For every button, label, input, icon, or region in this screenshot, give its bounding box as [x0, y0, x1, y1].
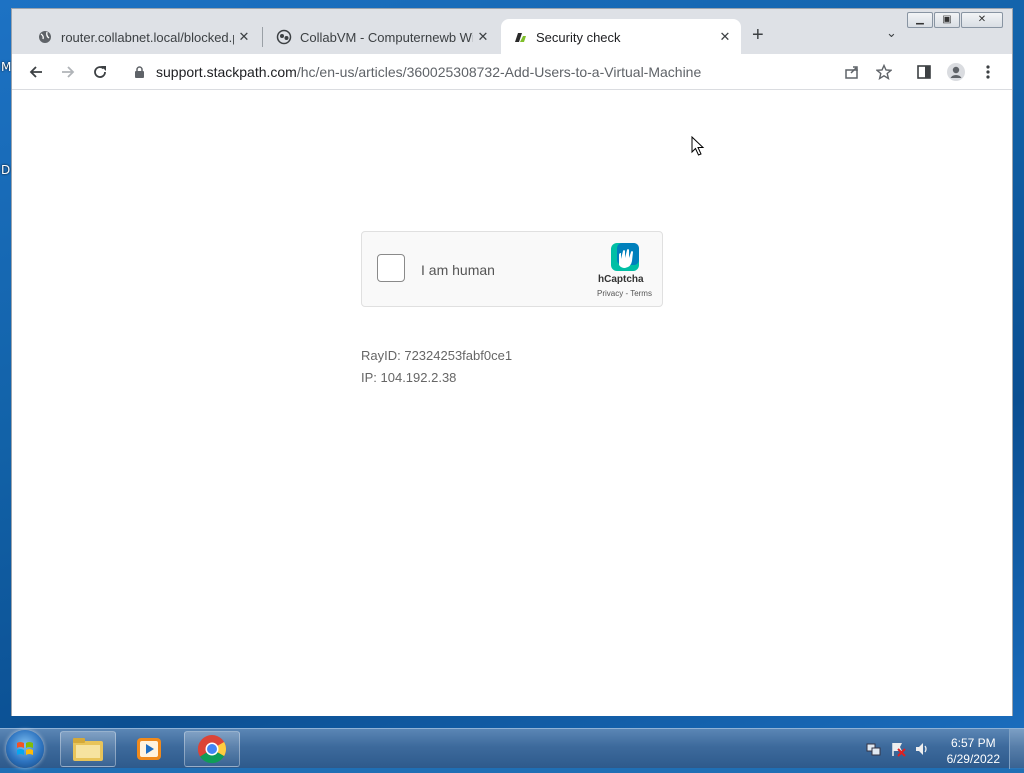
desktop-icon-label-fragment[interactable]: M [1, 60, 11, 74]
forward-arrow-icon [62, 66, 75, 78]
tab-router-blocked[interactable]: router.collabnet.local/blocked.ph ✕ [26, 19, 260, 55]
show-desktop-button[interactable] [1009, 729, 1024, 769]
reload-button[interactable] [88, 60, 112, 84]
media-player-taskbar-button[interactable] [122, 731, 178, 767]
side-panel-button[interactable] [912, 60, 936, 84]
bookmark-button[interactable] [872, 60, 896, 84]
windows-logo-icon [17, 742, 33, 755]
media-player-icon [137, 738, 161, 760]
volume-icon[interactable] [914, 741, 930, 757]
explorer-taskbar-button[interactable] [60, 731, 116, 767]
folder-icon [73, 738, 103, 761]
tab-title: Security check [536, 29, 621, 45]
taskbar: 6:57 PM 6/29/2022 [0, 728, 1024, 769]
tab-title: CollabVM - Computernewb Wiki [300, 29, 473, 45]
url-text[interactable]: support.stackpath.com/hc/en-us/articles/… [156, 64, 701, 80]
window-controls: ▁ ▣ ✕ [906, 12, 1003, 28]
close-tab-icon[interactable]: ✕ [715, 29, 735, 45]
stackpath-icon [512, 29, 528, 45]
mouse-cursor-icon [691, 136, 705, 156]
system-tray: 6:57 PM 6/29/2022 [860, 729, 1024, 769]
tab-title: router.collabnet.local/blocked.ph [61, 29, 234, 45]
menu-button[interactable] [976, 60, 1000, 84]
chrome-icon [197, 735, 226, 764]
browser-window: router.collabnet.local/blocked.ph ✕ Coll… [11, 8, 1013, 716]
clock-time: 6:57 PM [950, 736, 996, 750]
chrome-taskbar-button[interactable] [184, 731, 240, 767]
back-button[interactable] [24, 60, 48, 84]
reload-icon [94, 66, 106, 78]
close-tab-icon[interactable]: ✕ [473, 29, 493, 45]
close-tab-icon[interactable]: ✕ [234, 29, 254, 45]
forward-button[interactable] [56, 60, 80, 84]
hcaptcha-brand: hCaptcha [598, 274, 644, 285]
page-content: I am human hCaptcha Privacy - Terms RayI… [12, 90, 1012, 716]
start-button[interactable] [6, 730, 44, 768]
address-bar[interactable]: support.stackpath.com/hc/en-us/articles/… [124, 58, 900, 86]
side-panel-icon [917, 65, 931, 79]
share-button[interactable] [840, 60, 864, 84]
captcha-label[interactable]: I am human [421, 262, 495, 278]
tab-strip: router.collabnet.local/blocked.ph ✕ Coll… [12, 9, 1012, 55]
lock-icon[interactable] [132, 65, 146, 79]
collabvm-icon [276, 29, 292, 45]
hcaptcha-widget: I am human hCaptcha Privacy - Terms [361, 231, 663, 307]
kebab-menu-icon [986, 65, 990, 79]
avatar-icon [947, 63, 965, 81]
new-tab-button[interactable]: + [752, 25, 764, 45]
back-arrow-icon [29, 66, 42, 78]
hcaptcha-links[interactable]: Privacy - Terms [597, 289, 652, 298]
tab-security-check[interactable]: Security check ✕ [501, 19, 741, 55]
ip-address: IP: 104.192.2.38 [361, 370, 457, 385]
globe-icon [37, 29, 53, 45]
clock[interactable]: 6:57 PM 6/29/2022 [947, 735, 1000, 767]
close-window-icon[interactable]: ✕ [961, 12, 1003, 28]
tab-collabvm-wiki[interactable]: CollabVM - Computernewb Wiki ✕ [265, 19, 499, 55]
hcaptcha-logo-icon [608, 240, 642, 274]
url-host: support.stackpath.com [156, 64, 297, 80]
tab-separator [262, 27, 263, 47]
minimize-icon[interactable]: ▁ [907, 12, 933, 28]
share-icon [845, 66, 858, 79]
maximize-icon[interactable]: ▣ [934, 12, 960, 28]
star-icon [876, 64, 892, 80]
clock-date: 6/29/2022 [946, 752, 1000, 766]
browser-toolbar: support.stackpath.com/hc/en-us/articles/… [12, 54, 1012, 90]
network-icon[interactable] [866, 741, 882, 757]
profile-button[interactable] [944, 60, 968, 84]
action-center-flag-icon[interactable] [890, 741, 906, 757]
tab-search-button[interactable]: ⌄ [886, 25, 897, 41]
captcha-checkbox[interactable] [377, 254, 405, 282]
desktop-icon-label-fragment[interactable]: D [1, 163, 10, 177]
url-path: /hc/en-us/articles/360025308732-Add-User… [296, 64, 702, 80]
ray-id: RayID: 72324253fabf0ce1 [361, 348, 513, 363]
